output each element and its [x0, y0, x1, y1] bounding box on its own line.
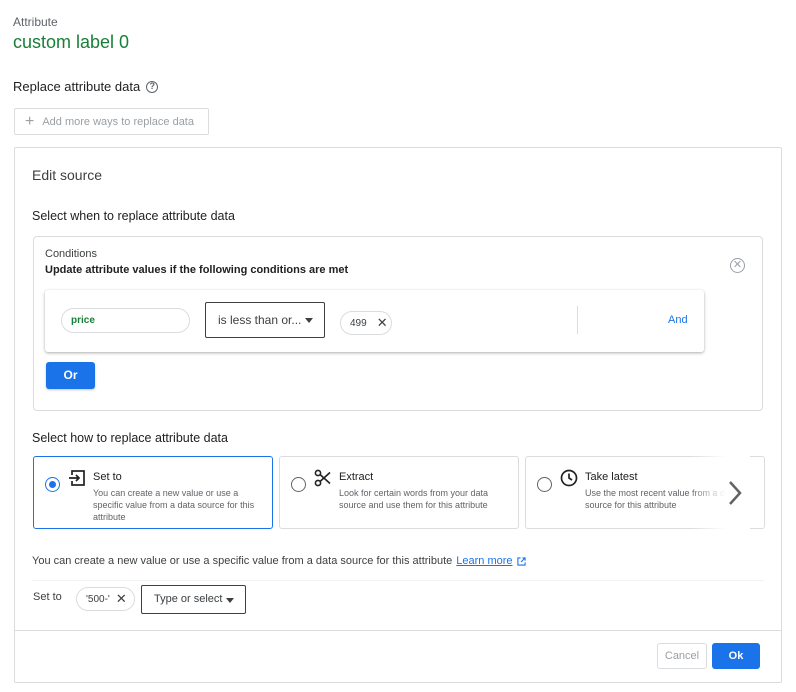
clock-icon: [560, 469, 578, 487]
condition-attribute-chip[interactable]: price: [61, 308, 190, 333]
learn-more-link[interactable]: Learn more: [456, 555, 512, 567]
select-when-title: Select when to replace attribute data: [32, 209, 235, 223]
conditions-title: Conditions: [45, 248, 97, 260]
conditions-subtitle: Update attribute values if the following…: [45, 264, 349, 276]
chevron-right-icon[interactable]: [726, 479, 744, 507]
attribute-caption: Attribute: [13, 15, 58, 29]
condition-value-label: 499: [350, 317, 367, 329]
cancel-button[interactable]: Cancel: [657, 643, 707, 669]
set-to-value-chip[interactable]: '500-' ✕: [76, 587, 135, 611]
select-how-title: Select how to replace attribute data: [32, 431, 228, 445]
operator-label: is less than or...: [218, 313, 302, 327]
remove-chip-icon[interactable]: ✕: [116, 591, 127, 607]
and-button[interactable]: And: [668, 314, 688, 326]
option-extract[interactable]: Extract Look for certain words from your…: [279, 456, 519, 529]
close-circle-icon[interactable]: ✕: [730, 258, 745, 273]
radio-set-to[interactable]: [45, 477, 60, 492]
option-title: Set to: [93, 471, 122, 483]
radio-take-latest[interactable]: [537, 477, 552, 492]
dropdown-caret-icon: [226, 598, 234, 603]
option-description: You can create a new value or use a spec…: [93, 488, 255, 522]
remove-chip-icon[interactable]: ✕: [377, 315, 388, 331]
footer-divider: [15, 630, 781, 631]
set-to-value-label: '500-': [86, 593, 110, 605]
ok-button[interactable]: Ok: [712, 643, 760, 669]
value-input-divider: [577, 306, 578, 334]
option-set-to[interactable]: Set to You can create a new value or use…: [33, 456, 273, 529]
info-text: You can create a new value or use a spec…: [32, 555, 453, 567]
input-arrow-icon: [69, 470, 85, 486]
add-more-label: Add more ways to replace data: [42, 115, 194, 128]
attribute-value: custom label 0: [13, 32, 130, 52]
scissors-icon: [314, 469, 331, 487]
edit-source-title: Edit source: [32, 167, 103, 183]
condition-operator-select[interactable]: is less than or...: [205, 302, 325, 338]
set-to-info: You can create a new value or use a spec…: [32, 555, 526, 567]
external-link-icon[interactable]: [516, 556, 526, 566]
radio-extract[interactable]: [291, 477, 306, 492]
or-button[interactable]: Or: [46, 362, 95, 389]
type-or-select-dropdown[interactable]: Type or select: [141, 585, 246, 614]
replace-attribute-title: Replace attribute data ?: [13, 79, 159, 94]
option-title: Take latest: [585, 471, 638, 483]
condition-value-chip[interactable]: 499 ✕: [340, 311, 392, 335]
option-description: Look for certain words from your data so…: [339, 488, 489, 510]
replace-attribute-label: Replace attribute data: [13, 79, 141, 94]
help-circle-icon[interactable]: ?: [146, 80, 159, 93]
add-more-ways-button[interactable]: + Add more ways to replace data: [14, 108, 209, 135]
dropdown-caret-icon: [305, 318, 313, 323]
type-select-label: Type or select: [154, 593, 223, 605]
divider: [32, 580, 764, 581]
option-title: Extract: [339, 471, 374, 483]
set-to-label: Set to: [33, 591, 62, 603]
plus-icon: +: [25, 112, 35, 130]
